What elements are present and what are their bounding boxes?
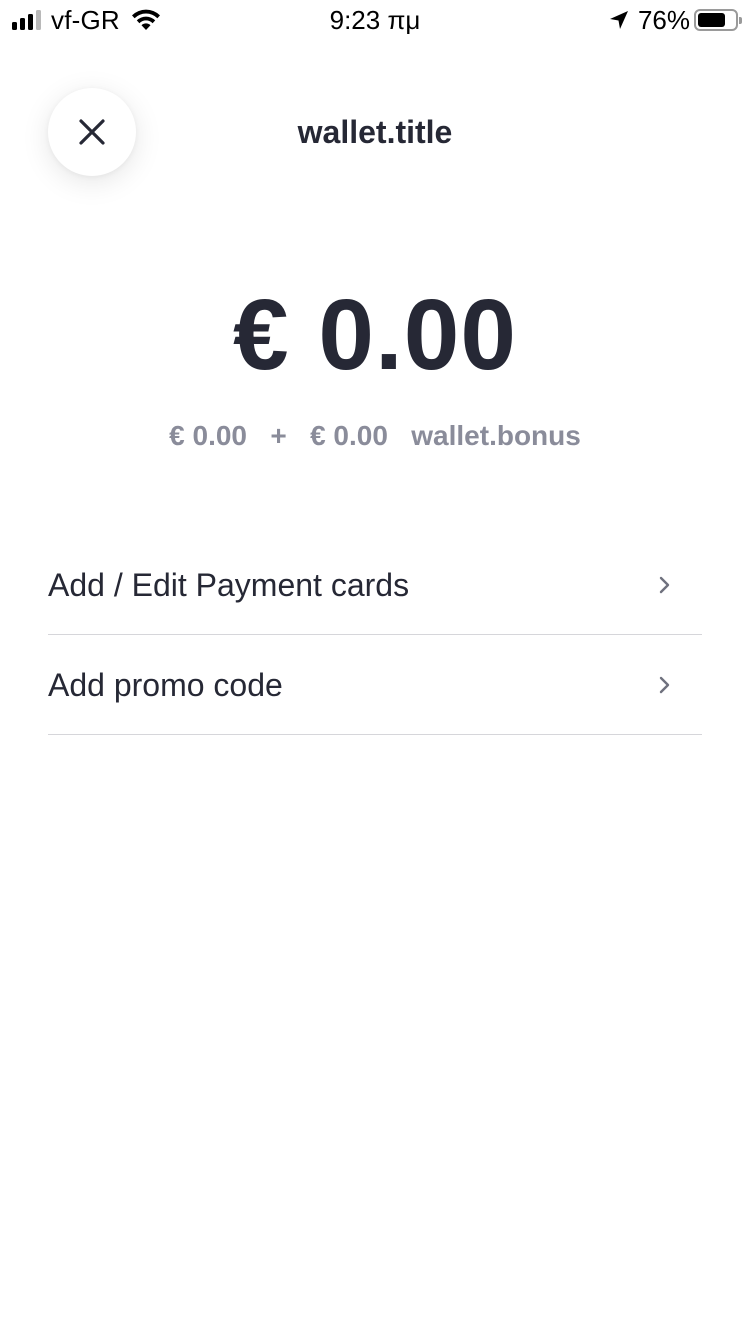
wallet-screen: vf-GR 9:23 πμ 76% wallet.title € 0.00 € … bbox=[0, 0, 750, 1334]
battery-icon bbox=[694, 9, 742, 31]
promo-code-label: Add promo code bbox=[48, 666, 283, 703]
wallet-balance: € 0.00 bbox=[232, 279, 518, 391]
chevron-right-icon bbox=[659, 576, 670, 593]
breakdown-bonus-amount: € 0.00 bbox=[310, 420, 388, 451]
payment-cards-label: Add / Edit Payment cards bbox=[48, 566, 410, 603]
page-title: wallet.title bbox=[297, 114, 453, 150]
location-arrow-icon bbox=[609, 11, 628, 29]
wallet-menu: Add / Edit Payment cards Add promo code bbox=[48, 535, 702, 735]
balance-breakdown: € 0.00 + € 0.00 wallet.bonus bbox=[0, 416, 750, 456]
status-bar: vf-GR 9:23 πμ 76% bbox=[0, 0, 750, 40]
breakdown-bonus-label: wallet.bonus bbox=[411, 420, 581, 451]
breakdown-main-amount: € 0.00 bbox=[169, 420, 248, 451]
payment-cards-item[interactable]: Add / Edit Payment cards bbox=[48, 535, 702, 635]
battery-percent: 76% bbox=[637, 4, 690, 35]
status-right: 76% bbox=[608, 4, 742, 35]
breakdown-plus-sign: + bbox=[270, 420, 287, 451]
promo-code-item[interactable]: Add promo code bbox=[48, 635, 702, 735]
chevron-right-icon bbox=[659, 676, 670, 693]
